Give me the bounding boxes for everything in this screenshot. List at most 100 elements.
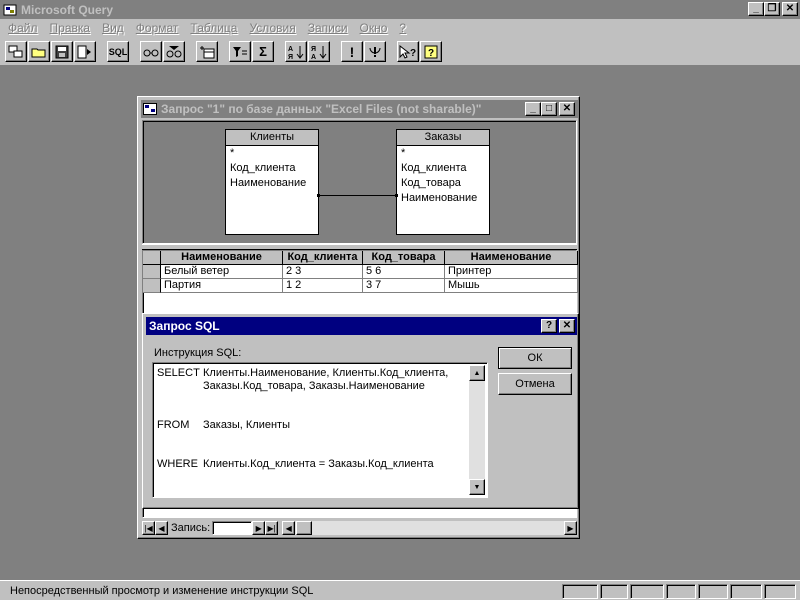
record-navigator: |◀ ◀ Запись: ▶ ▶| ◀ ▶ — [142, 520, 577, 536]
show-criteria-button[interactable] — [163, 41, 185, 62]
grid-cell[interactable]: Партия — [161, 279, 283, 293]
table-row[interactable]: Белый ветер 2 3 5 6 Принтер — [143, 265, 578, 279]
cancel-button[interactable]: Отмена — [498, 373, 572, 395]
column-header[interactable]: Наименование — [445, 251, 578, 265]
scroll-up-button[interactable]: ▲ — [469, 365, 485, 381]
scroll-right-button[interactable]: ▶ — [564, 521, 577, 535]
toolbar: SQL Σ AЯ ЯA ! ? ? — [0, 37, 800, 66]
status-text: Непосредственный просмотр и изменение ин… — [10, 585, 314, 597]
table-box-orders[interactable]: Заказы * Код_клиента Код_товара Наименов… — [396, 129, 490, 235]
menu-window[interactable]: Окно — [354, 21, 394, 35]
grid-cell[interactable]: Белый ветер — [161, 265, 283, 279]
criteria-equals-button[interactable] — [229, 41, 251, 62]
record-number-input[interactable] — [212, 521, 253, 535]
column-header[interactable]: Код_клиента — [283, 251, 363, 265]
help-icon: ? — [424, 45, 438, 59]
prev-record-button[interactable]: ◀ — [155, 521, 168, 535]
menu-help[interactable]: ? — [393, 21, 412, 35]
field-item[interactable]: Код_клиента — [397, 161, 489, 176]
query-window-title-bar[interactable]: Запрос "1" по базе данных "Excel Files (… — [141, 100, 578, 118]
grid-cell[interactable]: 2 3 — [283, 265, 363, 279]
grid-cell[interactable]: Принтер — [445, 265, 578, 279]
sql-text[interactable]: SELECT Клиенты.Наименование, Клиенты.Код… — [157, 367, 469, 493]
save-button[interactable] — [51, 41, 73, 62]
menu-edit[interactable]: Правка — [44, 21, 97, 35]
sql-statement-textarea[interactable]: SELECT Клиенты.Наименование, Клиенты.Код… — [152, 362, 488, 498]
auto-query-button[interactable] — [364, 41, 386, 62]
close-button[interactable]: ✕ — [782, 2, 798, 16]
app-icon[interactable] — [2, 2, 18, 18]
sort-ascending-button[interactable]: AЯ — [285, 41, 307, 62]
status-panel — [666, 584, 696, 599]
svg-text:A: A — [311, 54, 316, 60]
menu-table[interactable]: Таблица — [184, 21, 243, 35]
table-box-clients[interactable]: Клиенты * Код_клиента Наименование — [225, 129, 319, 235]
field-item[interactable]: Наименование — [397, 191, 489, 206]
grid-cell[interactable]: Мышь — [445, 279, 578, 293]
sort-descending-button[interactable]: ЯA — [308, 41, 330, 62]
field-item[interactable]: Наименование — [226, 176, 318, 191]
help-button[interactable]: ? — [420, 41, 442, 62]
grid-cell[interactable]: 3 7 — [363, 279, 445, 293]
app-title-bar[interactable]: Microsoft Query _ ❐ ✕ — [0, 0, 800, 19]
column-header[interactable]: Наименование — [161, 251, 283, 265]
table-box-title: Клиенты — [226, 130, 318, 146]
query-close-button[interactable]: ✕ — [559, 102, 575, 116]
grid-cell[interactable]: 5 6 — [363, 265, 445, 279]
field-item[interactable]: Код_клиента — [226, 161, 318, 176]
scroll-down-button[interactable]: ▼ — [469, 479, 485, 495]
field-item[interactable]: Код_товара — [397, 176, 489, 191]
query-minimize-button[interactable]: _ — [525, 102, 541, 116]
totals-button[interactable]: Σ — [252, 41, 274, 62]
table-row[interactable]: Партия 1 2 3 7 Мышь — [143, 279, 578, 293]
query-window-icon[interactable] — [143, 103, 157, 115]
status-panel — [730, 584, 762, 599]
query-now-button[interactable]: ! — [341, 41, 363, 62]
svg-text:Я: Я — [288, 54, 293, 60]
menu-criteria[interactable]: Условия — [243, 21, 301, 35]
help-pointer-icon: ? — [399, 44, 416, 59]
join-endpoint — [317, 194, 320, 197]
menu-file[interactable]: Файл — [2, 21, 44, 35]
open-button[interactable] — [28, 41, 50, 62]
new-query-button[interactable] — [5, 41, 27, 62]
add-table-button[interactable] — [196, 41, 218, 62]
menu-bar: Файл Правка Вид Формат Таблица Условия З… — [0, 19, 800, 37]
menu-records[interactable]: Записи — [302, 21, 354, 35]
app-title: Microsoft Query — [21, 2, 114, 17]
minimize-button[interactable]: _ — [748, 2, 764, 16]
sql-button[interactable]: SQL — [107, 41, 129, 62]
last-record-button[interactable]: ▶| — [265, 521, 279, 535]
menu-view[interactable]: Вид — [96, 21, 130, 35]
sql-clause: Клиенты.Наименование, Клиенты.Код_клиент… — [203, 367, 449, 392]
restore-button[interactable]: ❐ — [764, 2, 780, 16]
dialog-close-button[interactable]: ✕ — [559, 319, 575, 333]
glasses-icon — [143, 49, 159, 56]
dialog-help-button[interactable]: ? — [541, 319, 557, 333]
sql-dialog-title-bar[interactable]: Запрос SQL ? ✕ — [146, 317, 577, 335]
context-help-button[interactable]: ? — [397, 41, 419, 62]
row-selector[interactable] — [143, 279, 161, 293]
menu-format[interactable]: Формат — [130, 21, 185, 35]
join-line[interactable] — [318, 195, 397, 196]
ok-button[interactable]: ОК — [498, 347, 572, 369]
grid-corner[interactable] — [143, 251, 161, 265]
add-table-icon — [200, 45, 215, 58]
join-endpoint — [395, 194, 398, 197]
field-item[interactable]: * — [226, 146, 318, 161]
grid-cell[interactable]: 1 2 — [283, 279, 363, 293]
first-record-button[interactable]: |◀ — [142, 521, 155, 535]
next-record-button[interactable]: ▶ — [252, 521, 266, 535]
horizontal-scrollbar[interactable]: ◀ ▶ — [282, 521, 577, 535]
sql-select-line: SELECT Клиенты.Наименование, Клиенты.Код… — [157, 367, 473, 393]
svg-text:?: ? — [428, 48, 434, 59]
show-tables-button[interactable] — [140, 41, 162, 62]
vertical-scrollbar[interactable]: ▲ ▼ — [469, 365, 485, 495]
scroll-left-button[interactable]: ◀ — [282, 521, 296, 535]
return-data-button[interactable] — [74, 41, 96, 62]
field-item[interactable]: * — [397, 146, 489, 161]
query-maximize-button[interactable]: □ — [541, 102, 557, 116]
scroll-thumb[interactable] — [296, 521, 313, 535]
row-selector[interactable] — [143, 265, 161, 279]
column-header[interactable]: Код_товара — [363, 251, 445, 265]
